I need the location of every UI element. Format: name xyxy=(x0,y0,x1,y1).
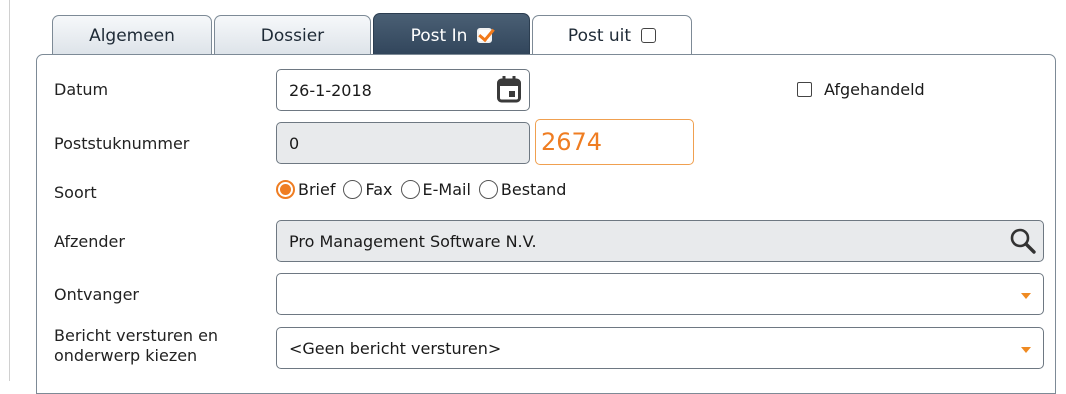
search-icon[interactable] xyxy=(1009,227,1037,255)
afgehandeld-label: Afgehandeld xyxy=(824,80,925,99)
radio-bestand[interactable]: Bestand xyxy=(478,180,567,199)
dropdown-arrow-icon[interactable] xyxy=(1021,347,1031,353)
poststuknummer-label: Poststuknummer xyxy=(54,134,190,153)
radio-label: Bestand xyxy=(500,180,567,199)
left-divider xyxy=(9,0,10,381)
tab-label: Dossier xyxy=(260,25,325,46)
bericht-label: Bericht versturen en onderwerp kiezen xyxy=(54,326,218,366)
radio-label: E-Mail xyxy=(422,180,471,199)
afzender-value: Pro Management Software N.V. xyxy=(289,231,537,251)
afgehandeld-checkbox[interactable]: Afgehandeld xyxy=(797,80,925,99)
tab-label: Post uit xyxy=(567,25,632,46)
radio-brief[interactable]: Brief xyxy=(276,180,335,199)
post-in-checkbox-icon[interactable] xyxy=(477,28,493,43)
poststuknummer-field: 0 xyxy=(276,122,530,164)
radio-dot-icon xyxy=(276,180,295,199)
tab-algemeen[interactable]: Algemeen xyxy=(52,15,212,55)
radio-fax[interactable]: Fax xyxy=(343,180,393,199)
tab-dossier[interactable]: Dossier xyxy=(214,15,371,55)
radio-dot-icon xyxy=(400,180,420,199)
radio-label: Brief xyxy=(298,180,336,199)
poststuk-number-display: 2674 xyxy=(535,119,694,165)
afzender-label: Afzender xyxy=(54,232,125,251)
radio-email[interactable]: E-Mail xyxy=(400,180,471,199)
bericht-label-line2: onderwerp kiezen xyxy=(54,346,198,365)
ontvanger-label: Ontvanger xyxy=(54,285,139,304)
dropdown-arrow-icon[interactable] xyxy=(1021,293,1031,299)
datum-field[interactable]: 26-1-2018 xyxy=(276,69,530,111)
tab-label: Algemeen xyxy=(89,25,175,46)
radio-dot-icon xyxy=(478,180,498,199)
tab-label: Post In xyxy=(410,25,468,46)
datum-value: 26-1-2018 xyxy=(289,80,372,100)
bericht-value: <Geen bericht versturen> xyxy=(289,338,502,358)
afzender-field[interactable]: Pro Management Software N.V. xyxy=(276,220,1044,262)
tab-post-uit[interactable]: Post uit xyxy=(532,15,692,55)
tab-post-in[interactable]: Post In xyxy=(373,13,530,57)
radio-label: Fax xyxy=(365,180,393,199)
bericht-label-line1: Bericht versturen en xyxy=(54,326,219,345)
bericht-select[interactable]: <Geen bericht versturen> xyxy=(276,327,1044,369)
soort-radio-group: Brief Fax E-Mail Bestand xyxy=(276,180,574,199)
ontvanger-select[interactable] xyxy=(276,273,1044,315)
calendar-icon[interactable] xyxy=(497,76,521,103)
poststuk-number-value: 2674 xyxy=(541,128,603,156)
soort-label: Soort xyxy=(54,183,97,202)
poststuknummer-value: 0 xyxy=(289,133,300,153)
datum-label: Datum xyxy=(54,80,109,99)
post-uit-checkbox-icon[interactable] xyxy=(641,28,657,43)
checkbox-box[interactable] xyxy=(797,82,812,97)
radio-dot-icon xyxy=(343,180,363,199)
